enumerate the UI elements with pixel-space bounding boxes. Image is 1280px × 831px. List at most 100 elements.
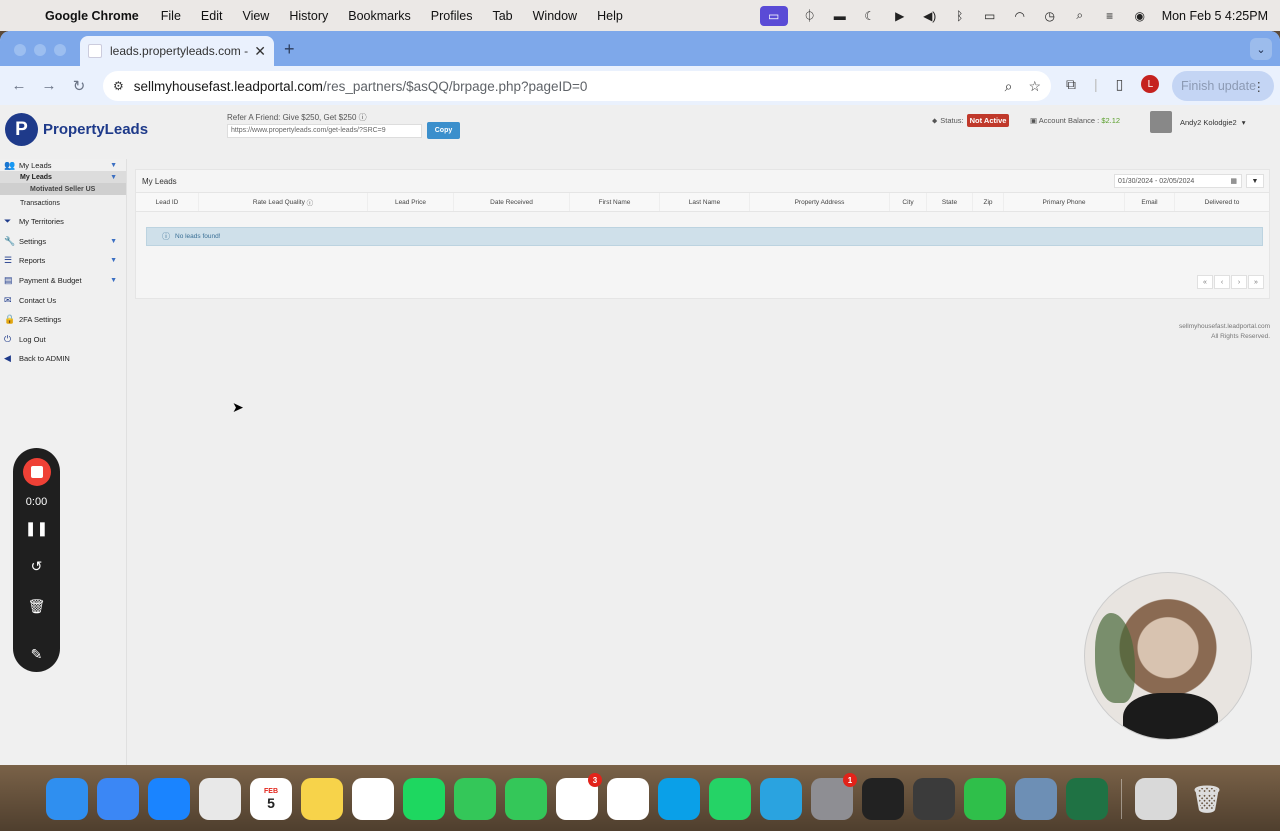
minimize-window-button[interactable] [34, 44, 46, 56]
col-rate-lead-quality[interactable]: Rate Lead Quality ⓘ [199, 193, 368, 211]
back-arrow-icon[interactable]: ← [4, 77, 34, 94]
col-last-name[interactable]: Last Name [660, 193, 750, 211]
col-lead-price[interactable]: Lead Price [368, 193, 454, 211]
sidebar-item-logout[interactable]: ⏻ Log Out [0, 330, 126, 350]
dock-calendar-icon[interactable]: FEB 5 [250, 778, 292, 820]
webcam-bubble[interactable] [1084, 572, 1252, 740]
dock-spotify-icon[interactable] [403, 778, 445, 820]
last-page-icon[interactable]: » [1248, 275, 1264, 289]
spotlight-search-icon[interactable]: ⌕ [1072, 8, 1088, 24]
wifi-icon[interactable]: ◠ [1012, 8, 1028, 24]
moon-icon[interactable]: ☾ [862, 8, 878, 24]
col-primary-phone[interactable]: Primary Phone [1004, 193, 1125, 211]
sidebar-subitem-transactions[interactable]: Transactions [0, 195, 126, 212]
menu-bookmarks[interactable]: Bookmarks [348, 9, 411, 23]
site-info-icon[interactable]: ⚙ [113, 79, 124, 93]
profile-avatar[interactable]: L [1141, 75, 1160, 93]
dock-telegram-icon[interactable] [760, 778, 802, 820]
col-first-name[interactable]: First Name [570, 193, 660, 211]
col-state[interactable]: State [927, 193, 973, 211]
dock-finder-icon[interactable] [46, 778, 88, 820]
dock-slack-icon[interactable]: 3 [556, 773, 602, 820]
menu-view[interactable]: View [242, 9, 269, 23]
dock-facetime-icon[interactable] [454, 778, 496, 820]
sidebar-subitem-motivated-seller[interactable]: Motivated Seller US [0, 183, 126, 195]
sidebar-subitem-my-leads[interactable]: My Leads ▼ [0, 171, 126, 183]
finish-update-button[interactable]: Finish update ⋮ [1172, 71, 1274, 101]
dock-asana-icon[interactable] [607, 778, 649, 820]
dock-mail-icon[interactable] [97, 778, 139, 820]
dock-safari-icon[interactable] [148, 778, 190, 820]
timer-icon[interactable]: ⏀ [802, 8, 818, 24]
propertyleads-logo[interactable]: P PropertyLeads [5, 113, 148, 146]
sidebar-item-settings[interactable]: 🔧 Settings ▼ [0, 232, 126, 252]
filter-button[interactable]: ▼ [1246, 174, 1264, 188]
dock-minimized-window-icon[interactable] [1135, 778, 1177, 820]
sidebar-item-my-leads[interactable]: 👥 My Leads ▼ [0, 159, 126, 171]
sidebar-item-reports[interactable]: ☰ Reports ▼ [0, 251, 126, 271]
sidebar-item-payment[interactable]: ▤ Payment & Budget ▼ [0, 271, 126, 291]
extensions-puzzle-icon[interactable]: ⧉ [1066, 76, 1076, 93]
zoom-search-icon[interactable]: ⌕ [1005, 78, 1013, 95]
volume-icon[interactable]: ◀) [922, 8, 938, 24]
user-menu[interactable]: Andy2 Kolodgie2 ▾ [1150, 111, 1245, 133]
dock-terminal-icon[interactable] [862, 778, 904, 820]
first-page-icon[interactable]: « [1197, 275, 1213, 289]
control-center-icon[interactable]: ≡ [1102, 8, 1118, 24]
dock-chrome-icon[interactable] [199, 778, 241, 820]
reload-icon[interactable]: ↻ [64, 77, 94, 95]
date-range-input[interactable]: 01/30/2024 - 02/05/2024 ▦ [1114, 174, 1242, 188]
menu-window[interactable]: Window [533, 9, 577, 23]
prev-page-icon[interactable]: ‹ [1214, 275, 1230, 289]
dock-excel-icon[interactable] [1066, 778, 1108, 820]
refer-url-input[interactable]: https://www.propertyleads.com/get-leads/… [227, 124, 422, 138]
stop-recording-button[interactable] [23, 458, 51, 486]
next-page-icon[interactable]: › [1231, 275, 1247, 289]
menubar-clock[interactable]: Mon Feb 5 4:25PM [1162, 9, 1268, 23]
zoom-window-button[interactable] [54, 44, 66, 56]
dock-whatsapp-icon[interactable] [709, 778, 751, 820]
clapper-icon[interactable]: ▬ [832, 8, 848, 24]
dock-skype-icon[interactable] [658, 778, 700, 820]
col-property-address[interactable]: Property Address [750, 193, 890, 211]
menu-profiles[interactable]: Profiles [431, 9, 473, 23]
browser-tab-active[interactable]: leads.propertyleads.com - M ✕ [80, 36, 274, 66]
col-lead-id[interactable]: Lead ID [136, 193, 199, 211]
col-city[interactable]: City [890, 193, 927, 211]
forward-arrow-icon[interactable]: → [34, 77, 64, 94]
pencil-icon[interactable]: ✎ [13, 646, 60, 663]
time-machine-icon[interactable]: ◷ [1042, 8, 1058, 24]
tab-close-icon[interactable]: ✕ [254, 43, 266, 60]
play-icon[interactable]: ▶ [892, 8, 908, 24]
col-delivered-to[interactable]: Delivered to [1175, 193, 1269, 211]
col-date-received[interactable]: Date Received [454, 193, 570, 211]
dock-system-settings-icon[interactable]: 1 [811, 773, 857, 820]
menu-file[interactable]: File [161, 9, 181, 23]
sidebar-item-back-admin[interactable]: ◀ Back to ADMIN [0, 349, 126, 369]
siri-icon[interactable]: ◉ [1132, 8, 1148, 24]
menu-history[interactable]: History [289, 9, 328, 23]
trash-icon[interactable]: 🗑 [13, 598, 60, 615]
bookmark-star-icon[interactable]: ☆ [1028, 78, 1041, 95]
side-panel-icon[interactable]: ▯ [1116, 76, 1124, 93]
col-zip[interactable]: Zip [973, 193, 1004, 211]
menu-app-name[interactable]: Google Chrome [45, 9, 139, 23]
sidebar-item-contact[interactable]: ✉ Contact Us [0, 290, 126, 310]
restart-icon[interactable]: ↺ [13, 558, 60, 575]
menu-tab[interactable]: Tab [492, 9, 512, 23]
more-menu-icon[interactable]: ⋮ [1253, 79, 1266, 94]
sidebar-item-territories[interactable]: ⏷ My Territories [0, 212, 126, 232]
dock-preview-icon[interactable] [1015, 778, 1057, 820]
menu-edit[interactable]: Edit [201, 9, 223, 23]
close-window-button[interactable] [14, 44, 26, 56]
col-email[interactable]: Email [1125, 193, 1175, 211]
dock-trash-icon[interactable]: 🗑 [1186, 778, 1228, 820]
copy-button[interactable]: Copy [427, 122, 460, 139]
dock-sublime-icon[interactable] [913, 778, 955, 820]
sidebar-item-2fa[interactable]: 🔒 2FA Settings [0, 310, 126, 330]
menu-help[interactable]: Help [597, 9, 623, 23]
dock-notes-icon[interactable] [301, 778, 343, 820]
battery-icon[interactable]: ▭ [982, 8, 998, 24]
address-bar[interactable]: ⚙ sellmyhousefast.leadportal.com /res_pa… [103, 71, 1051, 101]
new-tab-icon[interactable]: + [284, 39, 295, 60]
